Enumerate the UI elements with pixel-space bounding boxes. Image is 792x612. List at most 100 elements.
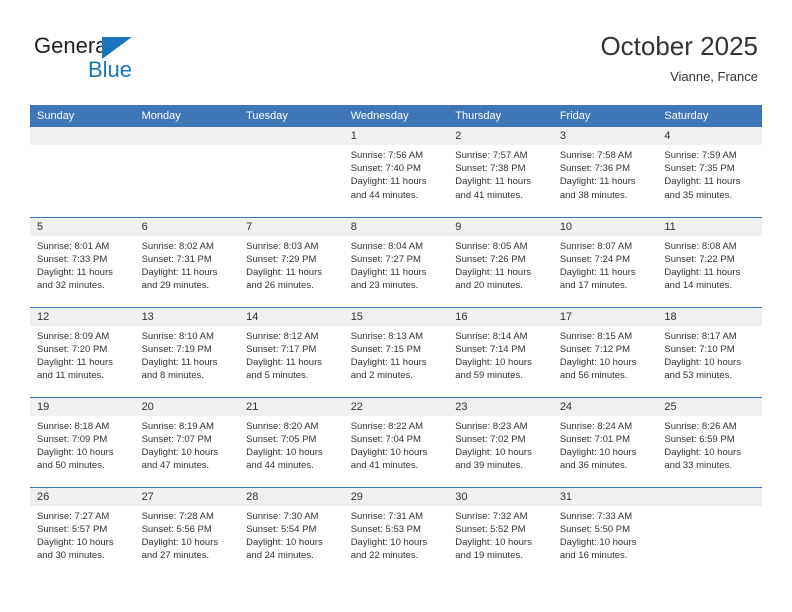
calendar-day-cell[interactable]: 27 Sunrise: 7:28 AM Sunset: 5:56 PM Dayligh… — [134, 486, 240, 577]
calendar-day-cell[interactable]: 23 Sunrise: 8:23 AM Sunset: 7:02 PM Dayligh… — [448, 396, 553, 487]
calendar-day-cell[interactable]: 20 Sunrise: 8:19 AM Sunset: 7:07 PM Dayligh… — [134, 396, 240, 487]
calendar-week-row: 12 Sunrise: 8:09 AM Sunset: 7:20 PM Dayligh… — [30, 306, 762, 397]
calendar-day-cell[interactable]: 28 Sunrise: 7:30 AM Sunset: 5:54 PM Dayligh… — [239, 486, 344, 577]
sunset-text: Sunset: 7:24 PM — [559, 253, 631, 265]
sunset-text: Sunset: 7:22 PM — [664, 253, 735, 265]
title-block: October 2025 Vianne, France — [600, 30, 758, 86]
calendar-day-cell[interactable]: 4 Sunrise: 7:59 AM Sunset: 7:35 PM Daylight… — [657, 127, 762, 217]
day-number: 8 — [343, 217, 449, 236]
calendar-day-cell[interactable]: 8 Sunrise: 8:04 AM Sunset: 7:27 PM Daylight… — [343, 216, 449, 307]
calendar-day-cell[interactable]: 7 Sunrise: 8:03 AM Sunset: 7:29 PM Daylight… — [239, 216, 344, 307]
daylight-text-line2: and 44 minutes. — [246, 460, 314, 472]
sunset-text: Sunset: 7:19 PM — [141, 343, 212, 355]
sunrise-text: Sunrise: 7:57 AM — [455, 150, 528, 161]
daylight-text-line1: Daylight: 11 hours — [350, 356, 427, 368]
day-number: 23 — [448, 397, 553, 416]
day-number — [134, 127, 240, 145]
calendar-day-cell-empty — [30, 127, 135, 217]
day-details: Sunrise: 8:26 AM Sunset: 6:59 PM Daylight:… — [657, 416, 762, 473]
calendar-day-cell[interactable]: 24 Sunrise: 8:24 AM Sunset: 7:01 PM Dayligh… — [552, 396, 658, 487]
day-details: Sunrise: 7:33 AM Sunset: 5:50 PM Daylight:… — [553, 506, 658, 563]
sunset-text: Sunset: 7:01 PM — [559, 433, 631, 445]
calendar-day-cell[interactable]: 22 Sunrise: 8:22 AM Sunset: 7:04 PM Dayligh… — [343, 396, 449, 487]
calendar-day-cell[interactable]: 19 Sunrise: 8:18 AM Sunset: 7:09 PM Dayligh… — [30, 396, 135, 487]
sunset-text: Sunset: 7:17 PM — [246, 343, 317, 355]
calendar-day-cell[interactable]: 31 Sunrise: 7:33 AM Sunset: 5:50 PM Dayligh… — [552, 486, 658, 577]
calendar-day-cell[interactable]: 3 Sunrise: 7:58 AM Sunset: 7:36 PM Daylight… — [552, 127, 658, 217]
day-details: Sunrise: 8:02 AM Sunset: 7:31 PM Daylight:… — [135, 236, 240, 293]
calendar-day-cell[interactable]: 26 Sunrise: 7:27 AM Sunset: 5:57 PM Dayligh… — [30, 486, 135, 577]
calendar-day-cell[interactable]: 30 Sunrise: 7:32 AM Sunset: 5:52 PM Dayligh… — [448, 486, 553, 577]
sunset-text: Sunset: 7:12 PM — [559, 343, 631, 355]
calendar-day-cell[interactable]: 11 Sunrise: 8:08 AM Sunset: 7:22 PM Dayligh… — [657, 216, 762, 307]
calendar-day-cell[interactable]: 1 Sunrise: 7:56 AM Sunset: 7:40 PM Daylight… — [343, 127, 449, 217]
sunrise-text: Sunrise: 7:31 AM — [350, 510, 424, 522]
day-number: 6 — [134, 217, 240, 236]
daylight-text-line1: Daylight: 10 hours — [664, 356, 741, 368]
calendar-day-cell[interactable]: 18 Sunrise: 8:17 AM Sunset: 7:10 PM Dayligh… — [657, 306, 762, 397]
page-title: October 2025 — [600, 31, 758, 61]
day-details: Sunrise: 7:31 AM Sunset: 5:53 PM Daylight:… — [344, 506, 449, 563]
sunrise-text: Sunrise: 8:23 AM — [455, 420, 528, 432]
sunset-text: Sunset: 7:33 PM — [37, 253, 108, 265]
day-details: Sunrise: 8:12 AM Sunset: 7:17 PM Daylight:… — [239, 326, 344, 383]
sunset-text: Sunset: 5:53 PM — [350, 523, 421, 535]
calendar-day-cell[interactable]: 17 Sunrise: 8:15 AM Sunset: 7:12 PM Dayligh… — [552, 306, 658, 397]
sunrise-text: Sunrise: 7:56 AM — [350, 150, 424, 161]
sunrise-text: Sunrise: 8:24 AM — [559, 420, 633, 432]
daylight-text-line2: and 20 minutes. — [455, 280, 523, 292]
daylight-text-line1: Daylight: 11 hours — [559, 176, 636, 188]
sunrise-text: Sunrise: 7:28 AM — [141, 510, 214, 522]
day-details: Sunrise: 8:03 AM Sunset: 7:29 PM Daylight:… — [239, 236, 344, 293]
general-blue-logo[interactable]: General Blue — [34, 34, 244, 90]
calendar-day-cell[interactable]: 29 Sunrise: 7:31 AM Sunset: 5:53 PM Dayligh… — [343, 486, 449, 577]
calendar-day-cell-empty — [134, 127, 240, 217]
sunrise-text: Sunrise: 8:17 AM — [664, 330, 737, 342]
sunrise-text: Sunrise: 8:12 AM — [246, 330, 319, 342]
day-number: 19 — [30, 397, 135, 416]
calendar-day-cell[interactable]: 15 Sunrise: 8:13 AM Sunset: 7:15 PM Dayligh… — [343, 306, 449, 397]
day-details: Sunrise: 7:27 AM Sunset: 5:57 PM Daylight:… — [30, 506, 135, 563]
weekday-header-tuesday: Tuesday — [239, 105, 344, 127]
calendar-day-cell[interactable]: 9 Sunrise: 8:05 AM Sunset: 7:26 PM Daylight… — [448, 216, 553, 307]
sunrise-text: Sunrise: 8:15 AM — [559, 330, 633, 342]
daylight-text-line2: and 50 minutes. — [37, 460, 105, 472]
calendar-day-cell-empty — [239, 127, 344, 217]
calendar-day-cell[interactable]: 14 Sunrise: 8:12 AM Sunset: 7:17 PM Dayligh… — [239, 306, 344, 397]
sunrise-text: Sunrise: 8:07 AM — [559, 240, 633, 252]
daylight-text-line1: Daylight: 10 hours — [246, 536, 323, 548]
calendar-day-cell[interactable]: 5 Sunrise: 8:01 AM Sunset: 7:33 PM Daylight… — [30, 216, 135, 307]
calendar-day-cell[interactable]: 21 Sunrise: 8:20 AM Sunset: 7:05 PM Dayligh… — [239, 396, 344, 487]
calendar-day-cell[interactable]: 2 Sunrise: 7:57 AM Sunset: 7:38 PM Daylight… — [448, 127, 553, 217]
day-number: 17 — [552, 307, 658, 326]
sunrise-text: Sunrise: 7:33 AM — [559, 510, 633, 522]
calendar-day-cell[interactable]: 10 Sunrise: 8:07 AM Sunset: 7:24 PM Dayligh… — [552, 216, 658, 307]
sunset-text: Sunset: 7:31 PM — [141, 253, 212, 265]
daylight-text-line2: and 59 minutes. — [455, 370, 523, 382]
weekday-header-monday: Monday — [134, 105, 240, 127]
day-number: 18 — [657, 307, 762, 326]
sunrise-text: Sunrise: 8:02 AM — [141, 240, 214, 252]
logo-text-general: General — [34, 33, 113, 58]
day-number: 29 — [343, 487, 449, 506]
daylight-text-line2: and 44 minutes. — [350, 189, 419, 201]
sunset-text: Sunset: 7:10 PM — [664, 343, 735, 355]
calendar-day-cell[interactable]: 6 Sunrise: 8:02 AM Sunset: 7:31 PM Daylight… — [134, 216, 240, 307]
sunrise-text: Sunrise: 7:32 AM — [455, 510, 528, 522]
day-details: Sunrise: 8:17 AM Sunset: 7:10 PM Daylight:… — [657, 326, 762, 383]
sunset-text: Sunset: 5:50 PM — [559, 523, 631, 535]
sunrise-text: Sunrise: 8:26 AM — [664, 420, 737, 432]
calendar-day-cell[interactable]: 16 Sunrise: 8:14 AM Sunset: 7:14 PM Dayligh… — [448, 306, 553, 397]
day-details: Sunrise: 7:28 AM Sunset: 5:56 PM Daylight:… — [135, 506, 240, 563]
calendar-day-cell[interactable]: 13 Sunrise: 8:10 AM Sunset: 7:19 PM Dayligh… — [134, 306, 240, 397]
calendar-day-cell[interactable]: 25 Sunrise: 8:26 AM Sunset: 6:59 PM Dayligh… — [657, 396, 762, 487]
daylight-text-line1: Daylight: 10 hours — [455, 446, 532, 458]
sunrise-text: Sunrise: 8:19 AM — [141, 420, 214, 432]
day-details: Sunrise: 7:32 AM Sunset: 5:52 PM Daylight:… — [448, 506, 553, 563]
calendar-page: General Blue October 2025 Vianne, France… — [0, 0, 792, 612]
day-number: 25 — [657, 397, 762, 416]
sunset-text: Sunset: 7:15 PM — [350, 343, 421, 355]
daylight-text-line2: and 14 minutes. — [664, 280, 732, 292]
daylight-text-line2: and 32 minutes. — [37, 280, 105, 292]
calendar-day-cell[interactable]: 12 Sunrise: 8:09 AM Sunset: 7:20 PM Dayligh… — [30, 306, 135, 397]
